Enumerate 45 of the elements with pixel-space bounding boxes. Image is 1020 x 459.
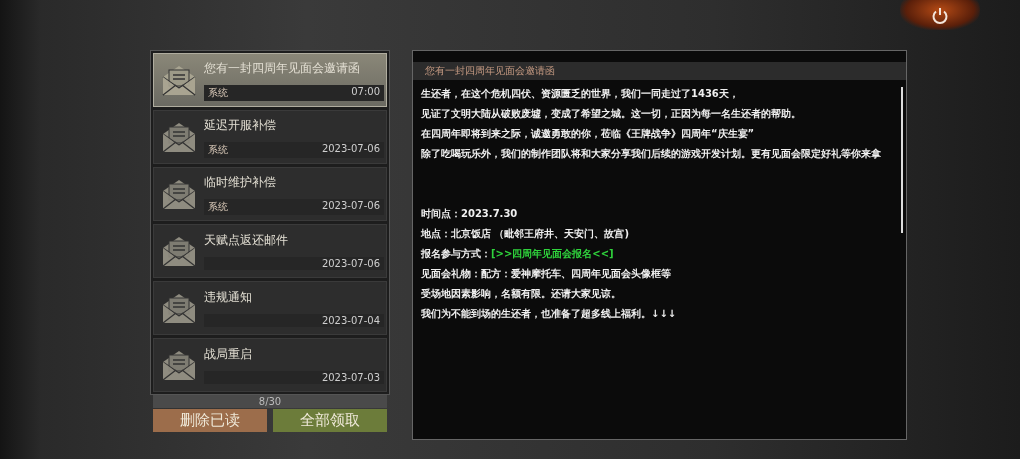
mail-item[interactable]: 天赋点返还邮件 2023-07-06: [153, 224, 387, 278]
mail-sender: 系统: [208, 142, 228, 157]
mail-counter: 8/30: [153, 395, 387, 408]
mail-title: 战局重启: [204, 346, 253, 363]
mail-item[interactable]: 临时维护补偿 系统 2023-07-06: [153, 167, 387, 221]
claim-all-button[interactable]: 全部领取: [273, 409, 387, 432]
mail-date: 2023-07-06: [321, 142, 380, 156]
message-line: 我们为不能到场的生还者，也准备了超多线上福利。↓↓↓: [421, 307, 678, 321]
signup-link[interactable]: [>>四周年见面会报名<<]: [491, 248, 614, 259]
power-icon: [931, 7, 949, 25]
mail-date: 2023-07-03: [321, 372, 380, 383]
mail-title: 临时维护补偿: [204, 173, 277, 191]
envelope-icon: [160, 177, 198, 211]
message-line: 生还者，在这个危机四伏、资源匮乏的世界，我们一同走过了1436天，: [421, 87, 740, 101]
scrollbar-thumb[interactable]: [901, 87, 903, 233]
mail-date: 2023-07-06: [321, 199, 380, 213]
mail-title: 违规通知: [204, 289, 253, 306]
mail-title: 延迟开服补偿: [204, 116, 277, 134]
message-line: 报名参与方式：[>>四周年见面会报名<<]: [421, 247, 615, 261]
mail-item[interactable]: 您有一封四周年见面会邀请函 系统 07:00: [153, 53, 387, 107]
message-line: 时间点：2023.7.30: [421, 207, 519, 221]
mail-item[interactable]: 战局重启 2023-07-03: [153, 338, 387, 392]
mail-sender: 系统: [208, 85, 228, 100]
envelope-icon: [160, 291, 198, 325]
envelope-icon: [160, 348, 198, 382]
mail-item[interactable]: 违规通知 2023-07-04: [153, 281, 387, 335]
mail-title: 您有一封四周年见面会邀请函: [204, 59, 361, 77]
message-line: 地点：北京饭店 （毗邻王府井、天安门、故宫): [421, 227, 631, 241]
mail-date: 2023-07-04: [321, 315, 380, 326]
message-line: 受场地因素影响，名额有限。还请大家见谅。: [421, 287, 622, 301]
message-title: 您有一封四周年见面会邀请函: [413, 62, 906, 80]
envelope-icon: [160, 63, 198, 97]
power-button[interactable]: [900, 0, 980, 30]
message-line: 见证了文明大陆从破败废墟，变成了希望之城。这一切，正因为每一名生还者的帮助。: [421, 107, 802, 121]
message-line: 见面会礼物：配方：爱神摩托车、四周年见面会头像框等: [421, 267, 672, 281]
mail-sender: 系统: [208, 199, 228, 214]
mail-date: 2023-07-06: [321, 258, 380, 269]
envelope-icon: [160, 120, 198, 154]
message-line: 除了吃喝玩乐外，我们的制作团队将和大家分享我们后续的游戏开发计划。更有见面会限定好礼等你来拿: [421, 147, 882, 161]
mail-title: 天赋点返还邮件: [204, 232, 289, 249]
message-line: 在四周年即将到来之际，诚邀勇敢的你，莅临《王牌战争》四周年“庆生宴”: [421, 127, 756, 141]
delete-read-button[interactable]: 删除已读: [153, 409, 267, 432]
mail-date: 07:00: [351, 85, 380, 99]
envelope-icon: [160, 234, 198, 268]
mail-item[interactable]: 延迟开服补偿 系统 2023-07-06: [153, 110, 387, 164]
